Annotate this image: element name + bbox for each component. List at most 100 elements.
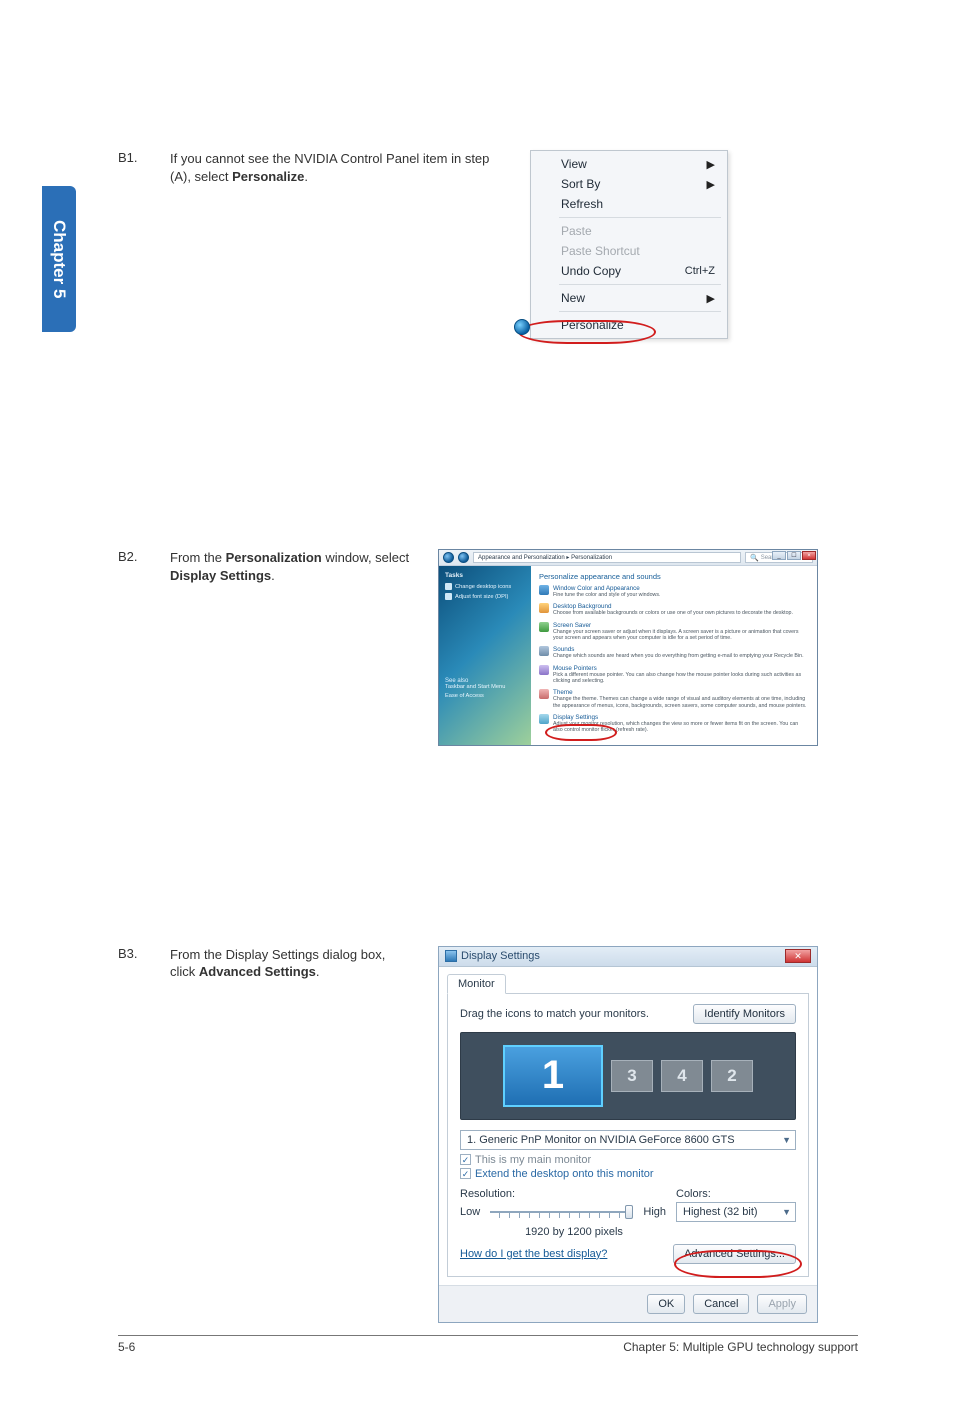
step-b3-text: From the Display Settings dialog box, cl… — [170, 946, 420, 981]
checkbox-extend-desktop[interactable]: ✓ Extend the desktop onto this monitor — [460, 1168, 796, 1180]
personalization-window: _ ☐ × Appearance and Personalization ▸ P… — [438, 549, 818, 746]
menu-item-new-label: New — [561, 291, 585, 305]
window-body: Tasks Change desktop icons Adjust font s… — [439, 566, 817, 745]
pitem-desktop-bg-desc: Choose from available backgrounds or col… — [553, 610, 793, 616]
pitem-display-settings-title: Display Settings — [553, 714, 809, 721]
pitem-sounds[interactable]: SoundsChange which sounds are heard when… — [539, 646, 809, 659]
breadcrumb[interactable]: Appearance and Personalization ▸ Persona… — [473, 552, 741, 563]
pitem-mouse[interactable]: Mouse PointersPick a different mouse poi… — [539, 665, 809, 685]
step-b1-num: B1. — [118, 150, 152, 165]
resolution-slider[interactable] — [490, 1207, 633, 1217]
sidebar-adjust-font[interactable]: Adjust font size (DPI) — [445, 593, 525, 600]
step-b1: B1. If you cannot see the NVIDIA Control… — [118, 150, 858, 339]
b2-c: window, select — [322, 550, 409, 565]
menu-item-sortby[interactable]: Sort By ▶ — [533, 174, 725, 194]
menu-item-personalize[interactable]: Personalize — [533, 315, 725, 335]
nav-back-button[interactable] — [443, 552, 454, 563]
context-menu-wrap: View ▶ Sort By ▶ Refresh Paste — [518, 150, 728, 339]
colors-select[interactable]: Highest (32 bit) ▼ — [676, 1202, 796, 1222]
help-link[interactable]: How do I get the best display? — [460, 1248, 607, 1260]
identify-monitors-button[interactable]: Identify Monitors — [693, 1004, 796, 1024]
step-b3-num: B3. — [118, 946, 152, 961]
menu-item-undo-copy[interactable]: Undo Copy Ctrl+Z — [533, 261, 725, 281]
sidebar-taskbar-label: Taskbar and Start Menu — [445, 684, 505, 690]
monitor-4[interactable]: 4 — [661, 1060, 703, 1092]
menu-item-view[interactable]: View ▶ — [533, 154, 725, 174]
cancel-button[interactable]: Cancel — [693, 1294, 749, 1314]
slider-high-label: High — [643, 1206, 666, 1218]
menu-item-undo-accel: Ctrl+Z — [685, 265, 715, 277]
pitem-display-settings[interactable]: Display SettingsAdjust your monitor reso… — [539, 714, 809, 734]
step-b1-bold: Personalize — [232, 169, 304, 184]
submenu-arrow-icon: ▶ — [707, 178, 715, 191]
step-b1-post: . — [304, 169, 308, 184]
personalization-main: Personalize appearance and sounds Window… — [531, 566, 817, 745]
step-b3: B3. From the Display Settings dialog box… — [118, 946, 858, 1323]
mouse-icon — [539, 665, 549, 675]
step-b1-pre: If you cannot see the NVIDIA Control Pan… — [170, 151, 489, 184]
pitem-desktop-bg[interactable]: Desktop BackgroundChoose from available … — [539, 603, 809, 616]
checkbox-main-label: This is my main monitor — [475, 1154, 591, 1166]
menu-item-personalize-label: Personalize — [561, 318, 624, 332]
window-color-icon — [539, 585, 549, 595]
sidebar-ease[interactable]: Ease of Access — [445, 693, 525, 699]
pitem-theme[interactable]: ThemeChange the theme. Themes can change… — [539, 689, 809, 709]
tab-pane-monitor: Drag the icons to match your monitors. I… — [447, 993, 809, 1277]
desktop-context-menu[interactable]: View ▶ Sort By ▶ Refresh Paste — [530, 150, 728, 339]
pitem-screensaver[interactable]: Screen SaverChange your screen saver or … — [539, 622, 809, 642]
sidebar-adjust-font-label: Adjust font size (DPI) — [455, 594, 508, 600]
menu-item-refresh-label: Refresh — [561, 197, 603, 211]
dialog-titlebar: Display Settings ✕ — [439, 947, 817, 967]
address-bar: Appearance and Personalization ▸ Persona… — [439, 550, 817, 566]
chapter-tab: Chapter 5 — [42, 186, 76, 332]
advanced-row: How do I get the best display? Advanced … — [460, 1244, 796, 1264]
sidebar-change-icons[interactable]: Change desktop icons — [445, 583, 525, 590]
monitor-3[interactable]: 3 — [611, 1060, 653, 1092]
close-button[interactable]: × — [802, 551, 816, 560]
menu-item-new[interactable]: New ▶ — [533, 288, 725, 308]
display-settings-titlebar-icon — [445, 950, 457, 962]
pitem-window-color-title: Window Color and Appearance — [553, 585, 660, 592]
b2-d: Display Settings — [170, 568, 271, 583]
resolution-label: Resolution: — [460, 1188, 515, 1200]
monitor-select[interactable]: 1. Generic PnP Monitor on NVIDIA GeForce… — [460, 1130, 796, 1150]
monitor-1[interactable]: 1 — [503, 1045, 603, 1107]
pitem-mouse-title: Mouse Pointers — [553, 665, 809, 672]
menu-separator — [559, 311, 721, 312]
step-b2-num: B2. — [118, 549, 152, 564]
apply-button: Apply — [757, 1294, 807, 1314]
dialog-button-row: OK Cancel Apply — [439, 1285, 817, 1322]
b3-c: . — [316, 964, 320, 979]
b1-figure: View ▶ Sort By ▶ Refresh Paste — [518, 150, 728, 339]
step-b2-text: From the Personalization window, select … — [170, 549, 420, 584]
slider-ticks — [499, 1213, 625, 1218]
b3-figure: Display Settings ✕ Monitor Drag the icon… — [438, 946, 818, 1323]
ok-button[interactable]: OK — [647, 1294, 685, 1314]
tab-monitor[interactable]: Monitor — [447, 974, 506, 994]
advanced-settings-button[interactable]: Advanced Settings... — [673, 1244, 796, 1264]
checkbox-icon: ✓ — [460, 1168, 471, 1179]
monitor-arrangement[interactable]: 1 3 4 2 — [460, 1032, 796, 1120]
sidebar-taskbar[interactable]: Taskbar and Start Menu — [445, 684, 525, 690]
monitor-2[interactable]: 2 — [711, 1060, 753, 1092]
submenu-arrow-icon: ▶ — [707, 292, 715, 305]
close-button[interactable]: ✕ — [785, 949, 811, 963]
menu-item-refresh[interactable]: Refresh — [533, 194, 725, 214]
slider-thumb[interactable] — [625, 1205, 633, 1219]
pitem-window-color[interactable]: Window Color and AppearanceFine tune the… — [539, 585, 809, 598]
page-footer: 5-6 Chapter 5: Multiple GPU technology s… — [118, 1335, 858, 1354]
slider-low-label: Low — [460, 1206, 480, 1218]
pitem-sounds-desc: Change which sounds are heard when you d… — [553, 653, 804, 659]
pitem-mouse-desc: Pick a different mouse pointer. You can … — [553, 672, 809, 685]
nav-forward-button[interactable] — [458, 552, 469, 563]
maximize-button[interactable]: ☐ — [787, 551, 801, 560]
drag-instruction: Drag the icons to match your monitors. — [460, 1008, 649, 1020]
search-icon: 🔍 — [750, 554, 759, 562]
display-settings-dialog: Display Settings ✕ Monitor Drag the icon… — [438, 946, 818, 1323]
menu-separator — [559, 217, 721, 218]
pitem-theme-title: Theme — [553, 689, 809, 696]
window-controls: _ ☐ × — [772, 551, 816, 560]
b2-b: Personalization — [226, 550, 322, 565]
tab-row: Monitor — [439, 967, 817, 993]
minimize-button[interactable]: _ — [772, 551, 786, 560]
